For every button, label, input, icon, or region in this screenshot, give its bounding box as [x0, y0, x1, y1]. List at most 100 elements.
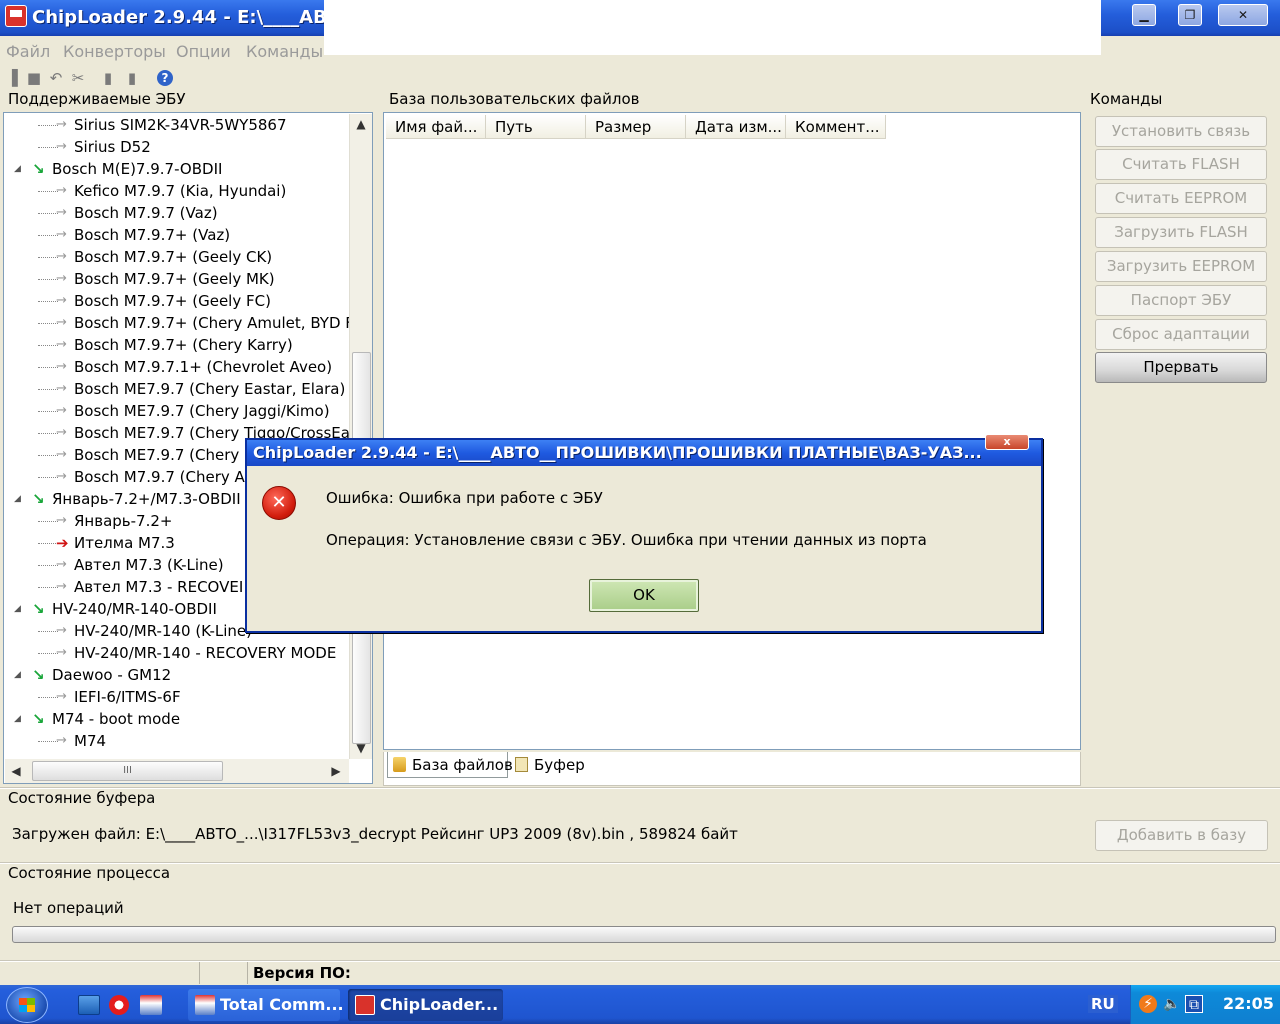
- item-arrow-icon: →: [56, 271, 67, 286]
- help-icon[interactable]: ?: [157, 70, 173, 86]
- write-eeprom-button[interactable]: Загрузить EEPROM: [1095, 251, 1267, 282]
- floppy-icon[interactable]: [140, 995, 162, 1015]
- item-arrow-icon: →: [56, 337, 67, 352]
- tab-buffer[interactable]: Буфер: [510, 752, 585, 778]
- tree-item-label: M74 - boot mode: [52, 710, 181, 728]
- column-name[interactable]: Имя фай...: [386, 115, 486, 139]
- ok-button[interactable]: OK: [589, 579, 699, 612]
- app-icon: [355, 995, 375, 1015]
- expander-icon[interactable]: ◢: [14, 158, 21, 180]
- item-arrow-icon: →: [56, 447, 67, 462]
- tree-group[interactable]: ◢ ↘ M74 - boot mode: [4, 708, 349, 730]
- dialog-title-bar[interactable]: ChipLoader 2.9.44 - E:\____АВТО__ПРОШИВК…: [247, 434, 1041, 466]
- process-status-label: Состояние процесса: [8, 864, 171, 882]
- write-flash-button[interactable]: Загрузить FLASH: [1095, 217, 1267, 248]
- tree-item-label: Bosch ME7.9.7 (Chery Eastar, Elara): [74, 380, 346, 398]
- clock: 22:05: [1223, 994, 1274, 1013]
- operation-message: Операция: Установление связи с ЭБУ. Ошиб…: [326, 531, 927, 549]
- scroll-up-icon[interactable]: ▲: [350, 114, 372, 134]
- tree-item-label: Bosch ME7.9.7 (Chery K: [74, 446, 254, 464]
- scroll-right-icon[interactable]: ▶: [325, 761, 347, 781]
- read-eeprom-button[interactable]: Считать EEPROM: [1095, 183, 1267, 214]
- tree-item[interactable]: → Bosch M7.9.7+ (Geely MK): [4, 268, 349, 290]
- add-to-base-button[interactable]: Добавить в базу: [1095, 820, 1268, 851]
- cut-icon[interactable]: ✂: [70, 70, 86, 86]
- expander-icon[interactable]: ◢: [14, 488, 21, 510]
- tree-item-label: Daewoo - GM12: [52, 666, 172, 684]
- tree-item[interactable]: → IEFI-6/ITMS-6F: [4, 686, 349, 708]
- tree-item[interactable]: → Bosch M7.9.7+ (Vaz): [4, 224, 349, 246]
- expander-icon[interactable]: ◢: [14, 708, 21, 730]
- tab-file-base[interactable]: База файлов: [387, 752, 513, 778]
- tree-item[interactable]: → Bosch ME7.9.7 (Chery Jaggi/Kimo): [4, 400, 349, 422]
- tree-item[interactable]: → Bosch M7.9.7+ (Chery Karry): [4, 334, 349, 356]
- tree-hscroll-thumb[interactable]: III: [32, 761, 223, 781]
- scroll-down-icon[interactable]: ▼: [350, 738, 372, 758]
- tree-item[interactable]: → Bosch M7.9.7 (Vaz): [4, 202, 349, 224]
- ecu-passport-button[interactable]: Паспорт ЭБУ: [1095, 285, 1267, 316]
- copy-icon[interactable]: ▮: [100, 70, 116, 86]
- tree-group[interactable]: ◢ ↘ Bosch M(E)7.9.7-OBDII: [4, 158, 349, 180]
- tree-item[interactable]: → Bosch M7.9.7+ (Geely CK): [4, 246, 349, 268]
- tree-horizontal-scrollbar[interactable]: ◀ III ▶: [5, 759, 349, 783]
- tree-vertical-scrollbar[interactable]: ▲ ▼: [349, 114, 372, 759]
- task-chiploader[interactable]: ChipLoader...: [348, 989, 503, 1021]
- tab-buffer-label: Буфер: [534, 756, 585, 774]
- item-arrow-icon: →: [56, 139, 67, 154]
- minimize-button[interactable]: ▁: [1132, 4, 1156, 26]
- tree-item[interactable]: → HV-240/MR-140 - RECOVERY MODE: [4, 642, 349, 664]
- divider: [0, 787, 1280, 789]
- tree-item[interactable]: → Sirius D52: [4, 136, 349, 158]
- volume-icon[interactable]: 🔈: [1163, 995, 1181, 1013]
- tree-item[interactable]: → Sirius SIM2K-34VR-5WY5867: [4, 114, 349, 136]
- network-icon[interactable]: ⧉: [1185, 995, 1203, 1013]
- flash-icon[interactable]: ⚡: [1139, 995, 1157, 1013]
- error-icon: ✕: [262, 486, 296, 520]
- column-comment[interactable]: Коммент...: [786, 115, 886, 139]
- tree-item[interactable]: → Bosch M7.9.7+ (Chery Amulet, BYD F3: [4, 312, 349, 334]
- tree-item[interactable]: → M74: [4, 730, 349, 752]
- column-path[interactable]: Путь: [486, 115, 586, 139]
- undo-icon[interactable]: ↶: [48, 70, 64, 86]
- open-icon[interactable]: ▐: [4, 70, 20, 86]
- error-message: Ошибка: Ошибка при работе с ЭБУ: [326, 489, 603, 507]
- tree-item[interactable]: → Kefico M7.9.7 (Kia, Hyundai): [4, 180, 349, 202]
- abort-button[interactable]: Прервать: [1095, 352, 1267, 383]
- tree-item[interactable]: → Bosch ME7.9.7 (Chery Eastar, Elara): [4, 378, 349, 400]
- column-date[interactable]: Дата изм...: [686, 115, 786, 139]
- maximize-button[interactable]: ❐: [1178, 4, 1202, 26]
- menu-commands[interactable]: Команды: [246, 42, 323, 61]
- task-total-commander[interactable]: Total Comm...: [188, 989, 344, 1021]
- opera-icon[interactable]: [109, 995, 129, 1015]
- menu-file[interactable]: Файл: [6, 42, 50, 61]
- start-button[interactable]: [6, 987, 48, 1023]
- files-list[interactable]: Имя фай... Путь Размер Дата изм... Комме…: [383, 112, 1081, 750]
- scroll-left-icon[interactable]: ◀: [5, 761, 27, 781]
- buffer-loaded-file: Загружен файл: E:\____АВТО_...\I317FL53v…: [12, 825, 738, 843]
- process-status-text: Нет операций: [13, 899, 124, 917]
- group-arrow-icon: ↘: [32, 490, 45, 508]
- tree-item[interactable]: → Bosch M7.9.7.1+ (Chevrolet Aveo): [4, 356, 349, 378]
- expander-icon[interactable]: ◢: [14, 598, 21, 620]
- dialog-close-button[interactable]: x: [985, 434, 1029, 450]
- tree-group[interactable]: ◢ ↘ Daewoo - GM12: [4, 664, 349, 686]
- reset-adaptation-button[interactable]: Сброс адаптации: [1095, 319, 1267, 350]
- menu-options[interactable]: Опции: [176, 42, 231, 61]
- save-icon[interactable]: ■: [26, 70, 42, 86]
- column-size[interactable]: Размер: [586, 115, 686, 139]
- close-icon: ✕: [1237, 8, 1249, 22]
- status-cell: [200, 962, 248, 984]
- language-indicator[interactable]: RU: [1088, 995, 1118, 1013]
- error-dialog: ChipLoader 2.9.44 - E:\____АВТО__ПРОШИВК…: [245, 434, 1043, 633]
- menu-converters[interactable]: Конверторы: [63, 42, 166, 61]
- files-tabs: База файлов Буфер: [383, 752, 1081, 786]
- connect-button[interactable]: Установить связь: [1095, 116, 1267, 147]
- read-flash-button[interactable]: Считать FLASH: [1095, 149, 1267, 180]
- show-desktop-icon[interactable]: [78, 995, 100, 1015]
- tree-item-label: Bosch M7.9.7+ (Geely CK): [74, 248, 273, 266]
- close-window-button[interactable]: ✕: [1218, 4, 1268, 26]
- tree-item[interactable]: → Bosch M7.9.7+ (Geely FC): [4, 290, 349, 312]
- expander-icon[interactable]: ◢: [14, 664, 21, 686]
- paste-icon[interactable]: ▮: [124, 70, 140, 86]
- item-arrow-icon: →: [56, 557, 67, 572]
